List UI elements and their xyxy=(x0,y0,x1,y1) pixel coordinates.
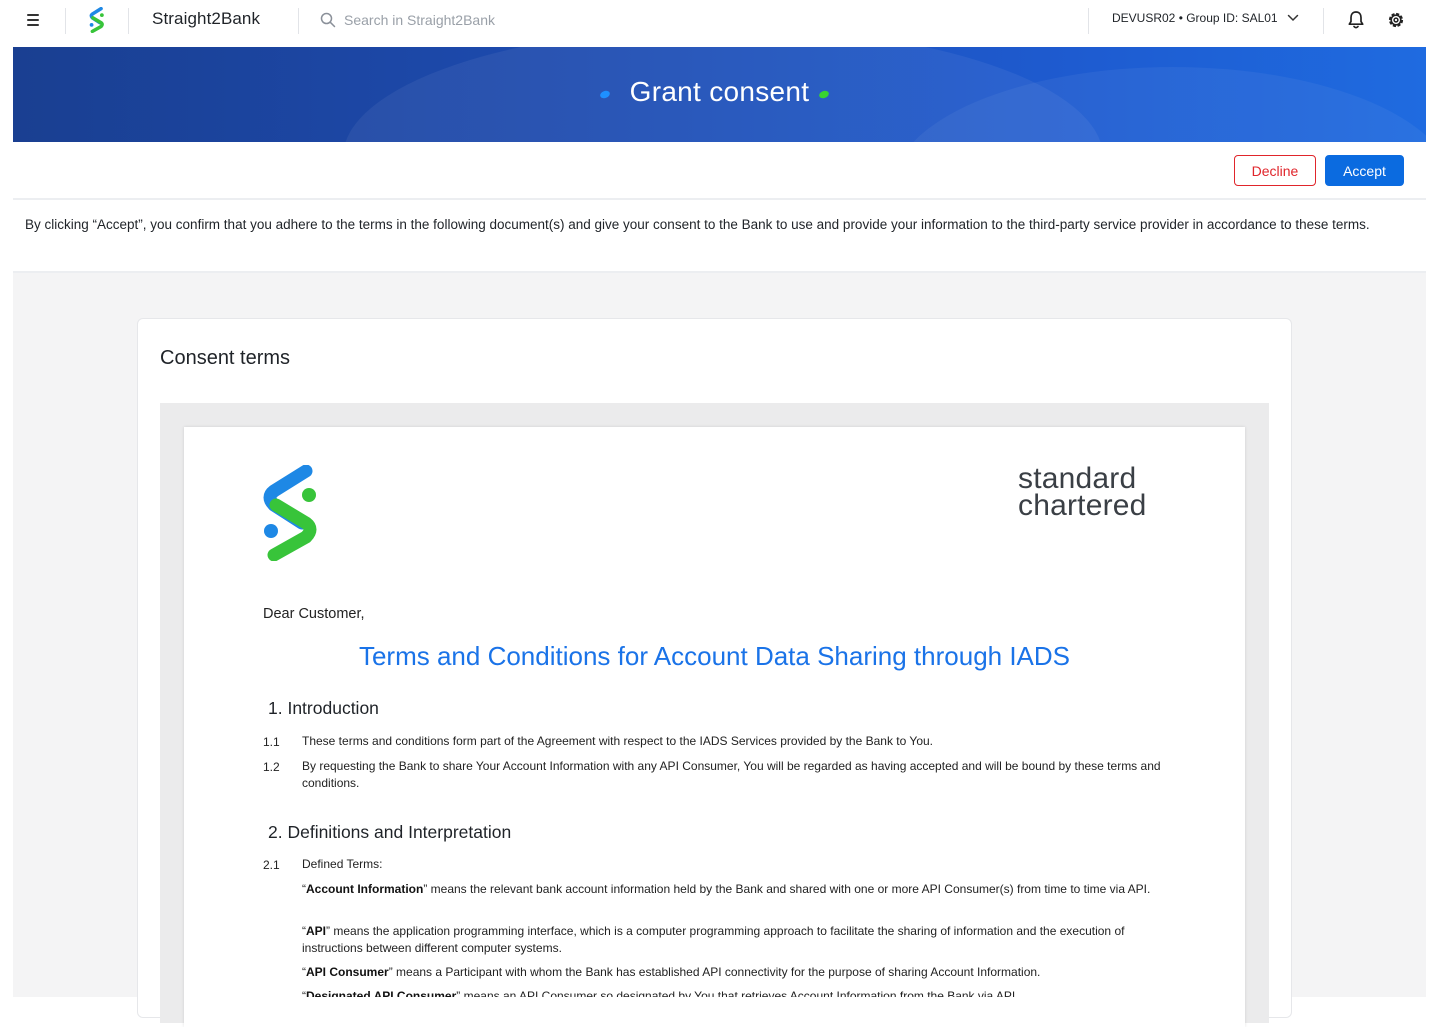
consent-notice: By clicking “Accept”, you confirm that y… xyxy=(25,217,1370,232)
definition-text: means the application programming interf… xyxy=(302,924,1125,955)
card-title: Consent terms xyxy=(160,347,291,369)
accept-button[interactable]: Accept xyxy=(1325,155,1404,186)
gear-icon[interactable] xyxy=(1386,10,1406,30)
brand-wordmark-line: standard xyxy=(1018,462,1137,495)
definition: “API” means the application programming … xyxy=(302,924,1125,955)
section-heading: 2. Definitions and Interpretation xyxy=(268,822,512,842)
section-heading: 1. Introduction xyxy=(268,698,379,718)
brand-wordmark: standard chartered xyxy=(1018,462,1147,522)
clause-number: 2.1 xyxy=(263,858,280,872)
definition-term: API xyxy=(306,924,327,938)
page-banner: Grant consent xyxy=(13,47,1426,142)
chevron-down-icon xyxy=(1287,14,1298,22)
clause-text: These terms and conditions form part of … xyxy=(302,734,934,748)
brand-wordmark-line: chartered xyxy=(1018,489,1147,522)
clause-text: Defined Terms: xyxy=(302,857,383,871)
app-title[interactable]: Straight2Bank xyxy=(152,9,260,29)
divider xyxy=(13,198,1426,200)
top-navigation-bar: Straight2Bank DEVUSR02 • Group ID: SAL01 xyxy=(0,0,1433,40)
definition-term: API Consumer xyxy=(306,965,389,979)
greeting: Dear Customer, xyxy=(263,606,365,622)
decline-button[interactable]: Decline xyxy=(1234,155,1316,186)
bell-icon[interactable] xyxy=(1347,10,1365,30)
page-title: Grant consent xyxy=(629,76,810,107)
definition-text: means an API Consumer so designated by Y… xyxy=(460,989,1019,997)
user-group-label: DEVUSR02 • Group ID: SAL01 xyxy=(1112,11,1278,25)
standard-chartered-logo-icon xyxy=(263,465,317,561)
definition-text: means a Participant with whom the Bank h… xyxy=(392,965,1041,979)
clause-text: By requesting the Bank to share Your Acc… xyxy=(302,759,1161,790)
definition-term: Account Information xyxy=(306,882,424,896)
clause-number: 1.2 xyxy=(263,760,280,774)
divider xyxy=(128,8,129,34)
definition-term: Designated API Consumer xyxy=(306,989,457,997)
definition: “API Consumer” means a Participant with … xyxy=(302,965,1041,979)
clause-number: 1.1 xyxy=(263,735,280,749)
search-icon xyxy=(320,12,336,28)
search-input[interactable] xyxy=(344,12,604,28)
divider xyxy=(1323,8,1324,34)
standard-chartered-logo-icon[interactable] xyxy=(86,7,108,33)
divider xyxy=(1088,8,1089,34)
definition-text: means the relevant bank account informat… xyxy=(427,882,1151,896)
divider xyxy=(298,8,299,34)
document-title: Terms and Conditions for Account Data Sh… xyxy=(358,641,1071,671)
search-bar[interactable] xyxy=(320,8,620,32)
definition: “Account Information” means the relevant… xyxy=(302,882,1151,896)
definition: “Designated API Consumer” means an API C… xyxy=(302,988,1172,997)
hamburger-menu-icon[interactable] xyxy=(25,11,43,29)
user-group-selector[interactable]: DEVUSR02 • Group ID: SAL01 xyxy=(1112,11,1299,25)
divider xyxy=(65,8,66,34)
